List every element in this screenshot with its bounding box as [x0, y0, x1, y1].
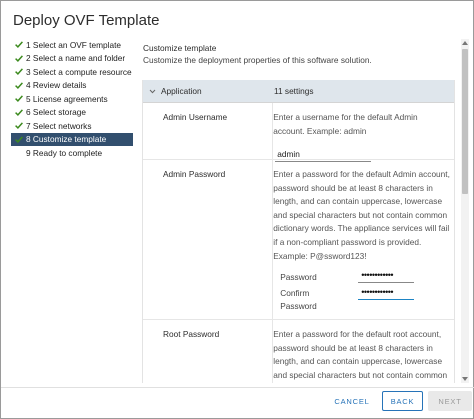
- step-label: 8 Customize template: [26, 134, 107, 145]
- step-label: 3 Select a compute resource: [26, 66, 132, 77]
- setting-row-root-password: Root Password Enter a password for the d…: [143, 320, 454, 383]
- scroll-down-icon[interactable]: [461, 375, 469, 383]
- group-count: 11 settings: [274, 86, 314, 96]
- confirm-label: Confirm: [280, 288, 310, 299]
- confirm-label-line2: Password: [280, 301, 317, 312]
- step-label: 2 Select a name and folder: [26, 53, 126, 64]
- step-8[interactable]: 8 Customize template: [11, 132, 133, 146]
- group-name: Application: [161, 86, 202, 96]
- check-icon: [15, 122, 26, 130]
- chevron-down-icon[interactable]: [143, 89, 161, 94]
- step-6[interactable]: 6 Select storage: [11, 106, 133, 120]
- step-5[interactable]: 5 License agreements: [11, 92, 133, 106]
- setting-description: Enter a username for the default Admin a…: [273, 112, 418, 136]
- password-label: Password: [280, 271, 317, 282]
- step-label: 9 Ready to complete: [26, 147, 103, 158]
- step-4[interactable]: 4 Review details: [11, 79, 133, 93]
- step-7[interactable]: 7 Select networks: [11, 119, 133, 133]
- step-9[interactable]: 9 Ready to complete: [11, 146, 133, 160]
- back-button[interactable]: BACK: [382, 391, 423, 411]
- section-subtitle: Customize the deployment properties of t…: [143, 55, 372, 65]
- check-icon: [15, 82, 26, 89]
- check-icon: [15, 95, 26, 103]
- check-icon: [15, 109, 26, 116]
- step-label: 6 Select storage: [26, 107, 86, 118]
- setting-row-admin-username: Admin Username Enter a username for the …: [143, 103, 454, 163]
- setting-label: Root Password: [163, 329, 220, 339]
- next-button[interactable]: NEXT: [428, 391, 472, 411]
- check-icon: [15, 41, 26, 49]
- setting-label: Admin Password: [163, 169, 226, 179]
- step-label: 1 Select an OVF template: [26, 39, 122, 50]
- step-label: 5 License agreements: [26, 93, 108, 104]
- check-icon: [15, 55, 26, 62]
- setting-label: Admin Username: [163, 112, 228, 122]
- vertical-scrollbar[interactable]: [461, 39, 469, 383]
- step-2[interactable]: 2 Select a name and folder: [11, 52, 133, 66]
- scrollbar-thumb[interactable]: [462, 49, 468, 194]
- wizard-steps: 1 Select an OVF template 2 Select a name…: [11, 38, 133, 160]
- settings-panel: Application 11 settings Admin Username E…: [142, 80, 455, 383]
- cancel-button[interactable]: CANCEL: [331, 391, 373, 411]
- confirm-password-field[interactable]: ••••••••••••: [358, 287, 415, 301]
- group-header-application[interactable]: Application 11 settings: [143, 80, 454, 103]
- check-icon: [15, 136, 26, 143]
- deploy-ovf-dialog: Deploy OVF Template 1 Select an OVF temp…: [0, 0, 474, 419]
- check-icon: [15, 68, 26, 76]
- section-title: Customize template: [143, 43, 217, 53]
- step-label: 4 Review details: [26, 80, 87, 91]
- setting-description: Enter a password for the default Admin a…: [273, 169, 450, 261]
- scroll-up-icon[interactable]: [461, 39, 469, 47]
- step-3[interactable]: 3 Select a compute resource: [11, 65, 133, 79]
- setting-description: Enter a password for the default root ac…: [273, 329, 448, 380]
- setting-row-admin-password: Admin Password Enter a password for the …: [143, 160, 454, 320]
- step-1[interactable]: 1 Select an OVF template: [11, 38, 133, 52]
- dialog-title: Deploy OVF Template: [13, 12, 160, 29]
- step-label: 7 Select networks: [26, 120, 92, 131]
- footer-divider: [1, 387, 474, 388]
- password-field[interactable]: ••••••••••••: [358, 270, 415, 284]
